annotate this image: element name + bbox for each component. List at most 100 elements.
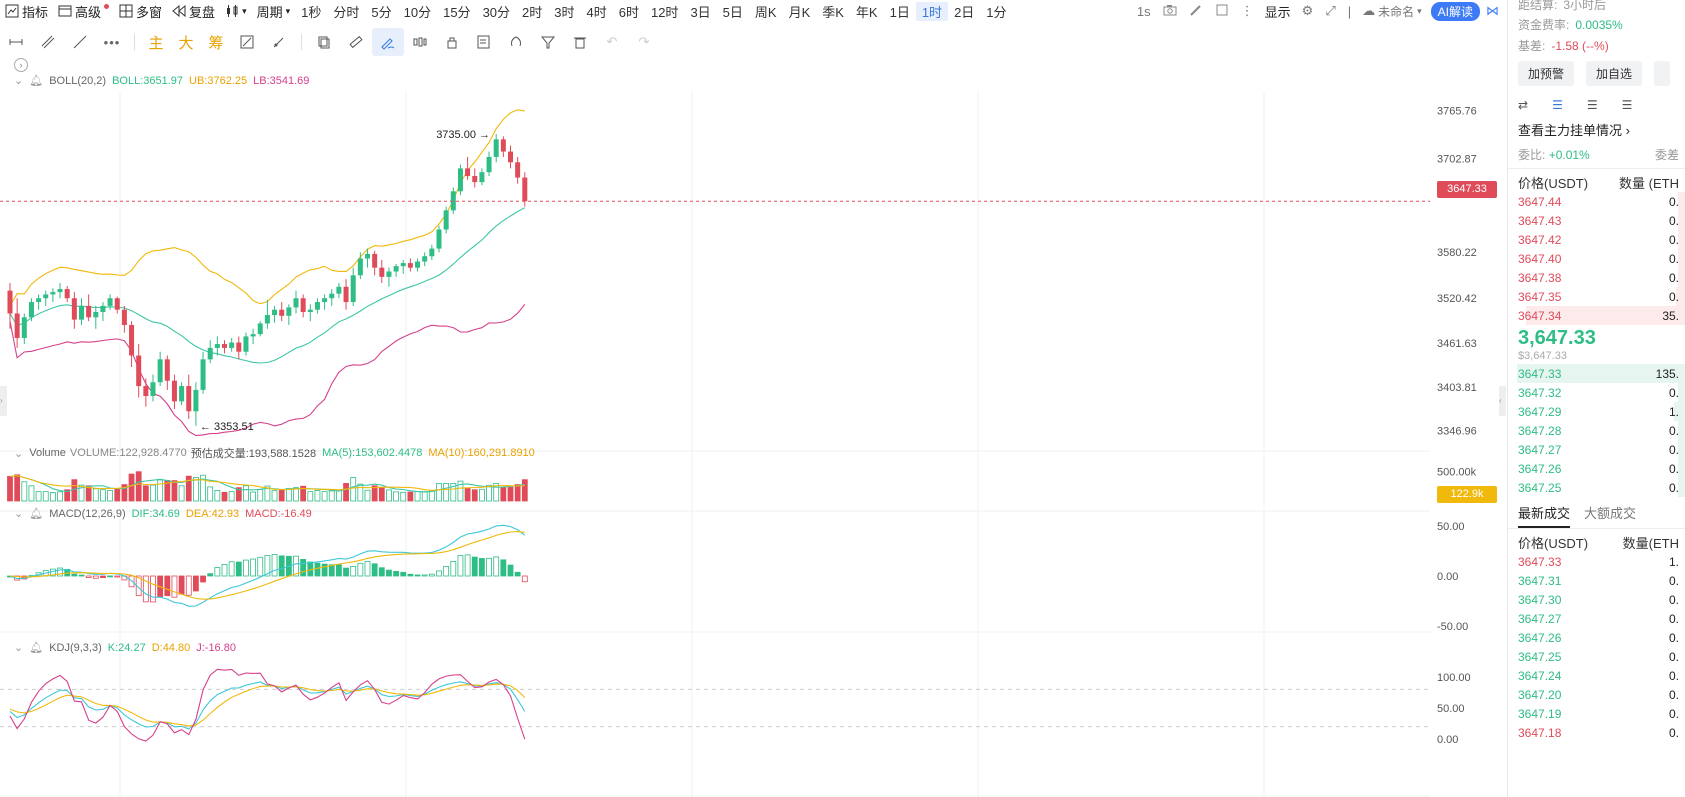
more-icon[interactable]: ⋮ (1235, 3, 1260, 19)
delete-tool-icon[interactable] (564, 28, 596, 56)
orderbook-row[interactable]: 3647.28 0. (1508, 421, 1685, 440)
chevron-down-icon[interactable]: ⌄ (14, 74, 23, 87)
horizontal-line-tool-icon[interactable] (0, 28, 32, 56)
multi-window-button[interactable]: 多窗 (114, 2, 167, 21)
orderbook-row[interactable]: 3647.27 0. (1508, 440, 1685, 459)
chart-area[interactable]: 3765.76 3702.87 3580.22 3520.42 3461.63 3403.… (0, 56, 1506, 797)
camera-icon[interactable] (1157, 3, 1183, 20)
chart-type-button[interactable]: ▾ (220, 4, 252, 18)
view-both-icon[interactable]: ⇄ (1518, 98, 1528, 112)
period-tab[interactable]: 10分 (398, 2, 437, 21)
bell-icon[interactable]: 🔔︎ (29, 74, 43, 87)
orderbook-row[interactable]: 3647.26 0. (1508, 628, 1685, 647)
bell-icon[interactable]: 🔔︎ (29, 507, 43, 520)
orderbook-row[interactable]: 3647.35 0. (1508, 287, 1685, 306)
filter-tool-icon[interactable] (532, 28, 564, 56)
period-tab[interactable]: 周K (749, 2, 783, 21)
ruler-tool-icon[interactable] (340, 28, 372, 56)
layout-dropdown[interactable]: ☁ 未命名 ▾ (1357, 3, 1427, 20)
more-actions-button[interactable] (1654, 61, 1671, 86)
orderbook-row[interactable]: 3647.25 0. (1508, 478, 1685, 497)
orderbook-row[interactable]: 3647.24 0. (1508, 666, 1685, 685)
interval-label[interactable]: 1s (1131, 4, 1157, 19)
note-tool-icon[interactable] (468, 28, 500, 56)
cn-tool-button[interactable]: 筹 (201, 28, 231, 56)
period-tab[interactable]: 3时 (548, 2, 580, 21)
add-alert-button[interactable]: 加预警 (1518, 61, 1575, 86)
view-bids-icon[interactable]: ☰ (1587, 98, 1598, 112)
add-watchlist-button[interactable]: 加自选 (1586, 61, 1643, 86)
period-tab[interactable]: 1时 (915, 1, 949, 21)
bell-icon[interactable]: 🔔︎ (29, 641, 43, 654)
period-tab[interactable]: 12时 (645, 2, 684, 21)
orderbook-row[interactable]: 3647.43 0. (1508, 211, 1685, 230)
tab-latest-trades[interactable]: 最新成交 (1518, 503, 1571, 528)
orderbook-row[interactable]: 3647.25 0. (1508, 647, 1685, 666)
period-tab[interactable]: 月K (783, 2, 817, 21)
orderbook-row[interactable]: 3647.33 135. (1508, 364, 1685, 383)
share-screen-icon[interactable] (1209, 3, 1235, 20)
cn-tool-button[interactable]: 大 (171, 28, 201, 56)
period-tab[interactable]: 2日 (948, 2, 980, 21)
orderbook-row[interactable]: 3647.26 0. (1508, 459, 1685, 478)
orderbook-row[interactable]: 3647.38 0. (1508, 268, 1685, 287)
redo-icon[interactable]: ↷ (628, 28, 660, 56)
orderbook-row[interactable]: 3647.31 0. (1508, 571, 1685, 590)
auto-draw-icon[interactable] (231, 28, 263, 56)
settings-gear-icon[interactable]: ⚙ (1296, 3, 1320, 19)
period-tab[interactable]: 30分 (477, 2, 516, 21)
cn-tool-button[interactable]: 主 (141, 28, 171, 56)
brush-tool-icon[interactable] (263, 28, 295, 56)
undo-icon[interactable]: ↶ (596, 28, 628, 56)
period-tab[interactable]: 年K (850, 2, 884, 21)
orderbook-row[interactable]: 3647.40 0. (1508, 249, 1685, 268)
period-dropdown[interactable]: 周期 ▾ (252, 2, 296, 21)
right-collapse-handle[interactable]: ‹ (1499, 386, 1506, 416)
orderbook-row[interactable]: 3647.32 0. (1508, 383, 1685, 402)
parallel-channel-tool-icon[interactable] (32, 28, 64, 56)
main-depth-link[interactable]: 查看主力挂单情况 › (1508, 118, 1685, 141)
period-tab[interactable]: 15分 (437, 2, 476, 21)
period-tab[interactable]: 1秒 (295, 2, 327, 21)
period-tab[interactable]: 分时 (327, 2, 365, 21)
magnet-tool-icon[interactable] (500, 28, 532, 56)
orderbook-row[interactable]: 3647.30 0. (1508, 590, 1685, 609)
orderbook-row[interactable]: 3647.34 35. (1508, 306, 1685, 325)
orderbook-row[interactable]: 3647.29 1. (1508, 402, 1685, 421)
view-asks-icon[interactable]: ☰ (1622, 98, 1633, 112)
period-tab[interactable]: 季K (816, 2, 850, 21)
orderbook-row[interactable]: 3647.27 0. (1508, 609, 1685, 628)
orderbook-row[interactable]: 3647.42 0. (1508, 230, 1685, 249)
period-tab[interactable]: 3日 (684, 2, 716, 21)
orderbook-row[interactable]: 3647.19 0. (1508, 704, 1685, 723)
lock-tool-icon[interactable] (436, 28, 468, 56)
copy-tool-icon[interactable] (308, 28, 340, 56)
period-tab[interactable]: 1分 (980, 2, 1012, 21)
view-bids-asks-icon[interactable]: ☰ (1552, 98, 1563, 112)
left-collapse-handle[interactable]: › (0, 386, 7, 416)
orderbook-row[interactable]: 3647.20 0. (1508, 685, 1685, 704)
orderbook-row[interactable]: 3647.18 0. (1508, 723, 1685, 742)
ai-interpret-button[interactable]: AI解读 (1430, 1, 1480, 21)
period-tab[interactable]: 4时 (581, 2, 613, 21)
share-icon[interactable]: ⋈ (1480, 3, 1505, 19)
candle-marker-tool-icon[interactable] (404, 28, 436, 56)
chevron-down-icon[interactable]: ⌄ (14, 507, 23, 520)
display-button[interactable]: 显示 (1260, 2, 1296, 21)
replay-button[interactable]: 复盘 (167, 2, 220, 21)
chevron-down-icon[interactable]: ⌄ (14, 641, 23, 654)
period-tab[interactable]: 5分 (365, 2, 397, 21)
period-tab[interactable]: 1日 (884, 2, 916, 21)
pen-tool-icon[interactable] (372, 28, 404, 56)
indicators-button[interactable]: 指标 (0, 2, 53, 21)
fullscreen-icon[interactable]: ⤢ (1319, 3, 1341, 19)
trend-line-tool-icon[interactable] (64, 28, 96, 56)
advanced-button[interactable]: 高级 (53, 2, 114, 21)
edit-icon[interactable] (1183, 3, 1209, 20)
orderbook-row[interactable]: 3647.44 0. (1508, 192, 1685, 211)
tab-large-trades[interactable]: 大额成交 (1584, 503, 1636, 528)
orderbook-row[interactable]: 3647.33 1. (1508, 552, 1685, 571)
period-tab[interactable]: 6时 (613, 2, 645, 21)
period-tab[interactable]: 2时 (516, 2, 548, 21)
more-tools-icon[interactable]: ••• (96, 28, 128, 56)
